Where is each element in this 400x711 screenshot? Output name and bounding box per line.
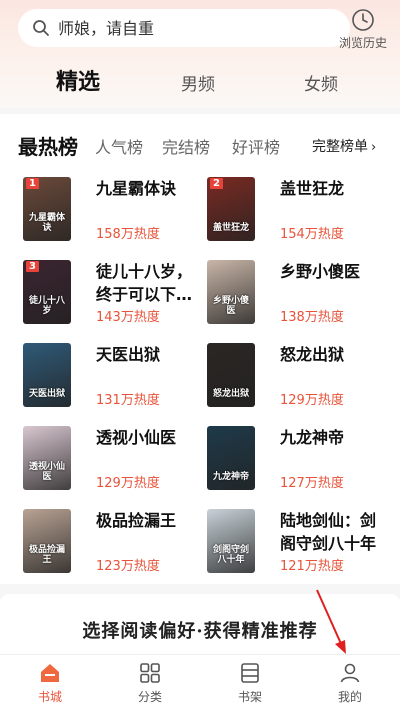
book-item[interactable]: 天医出狱 天医出狱 131万热度	[23, 343, 211, 413]
search-bar[interactable]	[18, 9, 350, 47]
cover-title: 九龙神帝	[212, 472, 249, 482]
book-heat: 158万热度	[96, 227, 160, 242]
book-cover[interactable]: 3 徒儿十八岁	[23, 260, 71, 324]
book-cover[interactable]: 乡野小傻医	[207, 260, 255, 324]
book-heat: 127万热度	[280, 476, 344, 491]
annotation-arrow-icon	[316, 589, 346, 654]
tab-male[interactable]: 男频	[181, 70, 215, 95]
book-heat: 138万热度	[280, 310, 344, 325]
rank-tab-completed[interactable]: 完结榜	[162, 134, 210, 158]
book-cover[interactable]: 天医出狱	[23, 343, 71, 407]
rank-badge: 1	[26, 178, 39, 189]
tab-female[interactable]: 女频	[304, 70, 338, 95]
book-heat: 129万热度	[96, 476, 160, 491]
nav-profile[interactable]: 我的	[320, 661, 380, 705]
cover-title: 天医出狱	[28, 389, 65, 399]
book-title[interactable]: 天医出狱	[96, 343, 206, 366]
book-heat: 154万热度	[280, 227, 344, 242]
book-cover[interactable]: 透视小仙医	[23, 426, 71, 490]
nav-bookstore[interactable]: 书城	[20, 661, 80, 705]
cover-title: 怒龙出狱	[212, 389, 249, 399]
book-title[interactable]: 盖世狂龙	[280, 177, 390, 200]
book-heat: 143万热度	[96, 310, 160, 325]
book-title[interactable]: 透视小仙医	[96, 426, 206, 449]
rank-tab-hottest[interactable]: 最热榜	[18, 131, 78, 160]
clock-icon	[352, 9, 374, 31]
book-item[interactable]: 剑阁守剑八十年 陆地剑仙：剑阁守剑八十年 121万热度	[207, 509, 395, 579]
cover-title: 九星霸体诀	[28, 213, 65, 233]
tab-featured[interactable]: 精选	[56, 64, 100, 96]
book-item[interactable]: 2 盖世狂龙 盖世狂龙 154万热度	[207, 177, 395, 247]
person-icon	[340, 663, 360, 683]
chevron-right-icon: ›	[371, 140, 377, 155]
book-item[interactable]: 1 九星霸体诀 九星霸体诀 158万热度	[23, 177, 211, 247]
nav-bookstore-label: 书城	[37, 690, 62, 704]
book-cover[interactable]: 1 九星霸体诀	[23, 177, 71, 241]
browse-history-label: 浏览历史	[338, 36, 387, 50]
book-title[interactable]: 怒龙出狱	[280, 343, 390, 366]
header: 浏览历史 精选 男频 女频	[0, 0, 400, 108]
cover-title: 徒儿十八岁	[28, 296, 65, 316]
rank-badge: 2	[210, 178, 223, 189]
bookshelf-icon	[241, 663, 259, 683]
book-item[interactable]: 乡野小傻医 乡野小傻医 138万热度	[207, 260, 395, 330]
book-cover[interactable]: 剑阁守剑八十年	[207, 509, 255, 573]
book-title[interactable]: 九龙神帝	[280, 426, 390, 449]
nav-bookshelf-label: 书架	[237, 690, 262, 704]
book-item[interactable]: 九龙神帝 九龙神帝 127万热度	[207, 426, 395, 496]
nav-bookshelf[interactable]: 书架	[220, 661, 280, 705]
cover-title: 盖世狂龙	[212, 223, 249, 233]
book-heat: 123万热度	[96, 559, 160, 574]
nav-profile-label: 我的	[337, 690, 362, 704]
rank-tab-popular[interactable]: 人气榜	[95, 134, 143, 158]
book-cover[interactable]: 2 盖世狂龙	[207, 177, 255, 241]
search-icon	[33, 20, 49, 36]
ranking-tabs: 最热榜 人气榜 完结榜 好评榜 完整榜单 ›	[0, 128, 400, 162]
book-title[interactable]: 陆地剑仙：剑阁守剑八十年	[280, 509, 390, 555]
bookstore-icon	[41, 664, 59, 682]
book-heat: 121万热度	[280, 559, 344, 574]
book-item[interactable]: 透视小仙医 透视小仙医 129万热度	[23, 426, 211, 496]
channel-tabs: 精选 男频 女频	[0, 62, 400, 102]
book-cover[interactable]: 九龙神帝	[207, 426, 255, 490]
book-title[interactable]: 九星霸体诀	[96, 177, 206, 200]
book-item[interactable]: 极品捡漏王 极品捡漏王 123万热度	[23, 509, 211, 579]
book-title[interactable]: 极品捡漏王	[96, 509, 206, 532]
full-list-label: 完整榜单	[312, 139, 368, 155]
nav-category[interactable]: 分类	[120, 661, 180, 705]
nav-category-label: 分类	[137, 690, 162, 704]
book-cover[interactable]: 极品捡漏王	[23, 509, 71, 573]
cover-title: 乡野小傻医	[212, 296, 249, 316]
cover-title: 透视小仙医	[28, 462, 65, 482]
search-input[interactable]	[58, 18, 308, 38]
browse-history-button[interactable]: 浏览历史	[332, 8, 394, 52]
book-item[interactable]: 怒龙出狱 怒龙出狱 129万热度	[207, 343, 395, 413]
bottom-nav: 书城 分类 书架 我的	[0, 654, 400, 711]
book-heat: 131万热度	[96, 393, 160, 408]
cover-title: 极品捡漏王	[28, 545, 65, 565]
rank-tab-top-rated[interactable]: 好评榜	[232, 134, 280, 158]
book-heat: 129万热度	[280, 393, 344, 408]
book-title[interactable]: 徒儿十八岁，终于可以下山…	[96, 260, 206, 306]
book-item[interactable]: 3 徒儿十八岁 徒儿十八岁，终于可以下山… 143万热度	[23, 260, 211, 330]
ranking-card: 最热榜 人气榜 完结榜 好评榜 完整榜单 › 1 九星霸体诀 九星霸体诀 158万热度 2…	[0, 114, 400, 584]
book-title[interactable]: 乡野小傻医	[280, 260, 390, 283]
book-cover[interactable]: 怒龙出狱	[207, 343, 255, 407]
rank-badge: 3	[26, 261, 39, 272]
cover-title: 剑阁守剑八十年	[212, 545, 249, 565]
category-icon	[140, 663, 160, 683]
full-list-link[interactable]: 完整榜单 ›	[312, 136, 376, 156]
